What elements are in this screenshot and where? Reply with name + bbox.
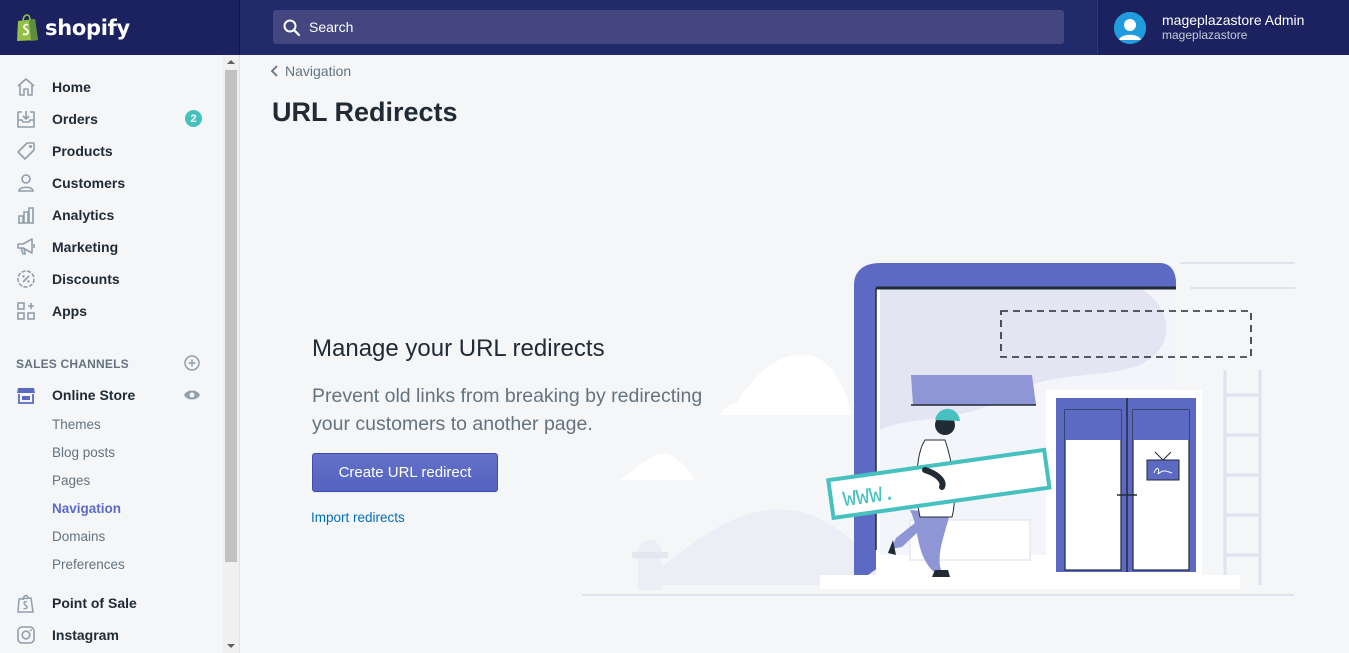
scroll-down-arrow[interactable] xyxy=(227,644,235,648)
sidebar-item-label: Analytics xyxy=(52,207,115,223)
top-bar: shopify Search mageplazastore Admin mage… xyxy=(0,0,1349,55)
shopify-bag-icon xyxy=(16,593,36,613)
sidebar-item-label: Apps xyxy=(52,303,87,319)
sidebar-subitem-themes[interactable]: Themes xyxy=(52,417,101,432)
chevron-left-icon xyxy=(270,65,278,77)
sidebar-item-apps[interactable]: Apps xyxy=(0,295,222,327)
sidebar-item-label: Point of Sale xyxy=(52,595,137,611)
sidebar-item-analytics[interactable]: Analytics xyxy=(0,199,222,231)
breadcrumb[interactable]: Navigation xyxy=(270,63,351,79)
sales-channels-heading: SALES CHANNELS xyxy=(16,357,129,371)
search-input[interactable]: Search xyxy=(273,10,1064,44)
tag-icon xyxy=(16,141,36,161)
add-channel-icon[interactable] xyxy=(184,355,200,371)
apps-icon xyxy=(16,301,36,321)
home-icon xyxy=(16,77,36,97)
sidebar: Home Orders 2 Products Customers Analyti… xyxy=(0,55,240,653)
sidebar-subitem-domains[interactable]: Domains xyxy=(52,529,105,544)
store-name: mageplazastore xyxy=(1162,28,1248,42)
sidebar-item-orders[interactable]: Orders 2 xyxy=(0,103,222,135)
shopify-logo[interactable]: shopify xyxy=(0,0,240,55)
scroll-thumb[interactable] xyxy=(225,70,237,562)
sidebar-scrollbar[interactable] xyxy=(223,55,239,653)
orders-icon xyxy=(16,109,36,129)
sidebar-item-customers[interactable]: Customers xyxy=(0,167,222,199)
instagram-icon xyxy=(16,625,36,645)
sidebar-item-label: Orders xyxy=(52,111,98,127)
user-name: mageplazastore Admin xyxy=(1162,12,1305,28)
sidebar-item-label: Instagram xyxy=(52,627,119,643)
redirect-illustration: WWW. xyxy=(582,262,1295,596)
sidebar-item-products[interactable]: Products xyxy=(0,135,222,167)
empty-state-heading: Manage your URL redirects xyxy=(312,335,605,362)
sidebar-item-label: Online Store xyxy=(52,387,136,403)
sidebar-item-discounts[interactable]: Discounts xyxy=(0,263,222,295)
scroll-up-arrow[interactable] xyxy=(227,60,235,64)
sidebar-item-marketing[interactable]: Marketing xyxy=(0,231,222,263)
orders-count-badge: 2 xyxy=(185,110,202,127)
sidebar-item-label: Marketing xyxy=(52,239,119,255)
sidebar-subitem-blog-posts[interactable]: Blog posts xyxy=(52,445,115,460)
sidebar-item-label: Customers xyxy=(52,175,126,191)
sidebar-subitem-preferences[interactable]: Preferences xyxy=(52,557,125,572)
sidebar-subitem-navigation[interactable]: Navigation xyxy=(52,501,121,516)
create-url-redirect-button[interactable]: Create URL redirect xyxy=(312,453,498,492)
user-avatar-icon xyxy=(1114,11,1146,44)
sidebar-item-point-of-sale[interactable]: Point of Sale xyxy=(0,587,222,619)
search-icon xyxy=(283,19,300,36)
avatar xyxy=(1114,11,1146,44)
shopify-bag-icon xyxy=(17,13,38,41)
sidebar-subitem-pages[interactable]: Pages xyxy=(52,473,90,488)
sidebar-item-label: Home xyxy=(52,79,91,95)
brand-wordmark: shopify xyxy=(45,15,130,40)
discount-icon xyxy=(16,269,36,289)
sidebar-item-instagram[interactable]: Instagram xyxy=(0,619,222,651)
megaphone-icon xyxy=(16,237,36,257)
page-title: URL Redirects xyxy=(272,97,458,127)
customer-icon xyxy=(16,173,36,193)
sidebar-item-label: Discounts xyxy=(52,271,120,287)
import-redirects-link[interactable]: Import redirects xyxy=(311,510,405,525)
sidebar-item-label: Products xyxy=(52,143,113,159)
bar-chart-icon xyxy=(16,205,36,225)
search-placeholder: Search xyxy=(309,19,354,35)
breadcrumb-label: Navigation xyxy=(285,63,352,79)
store-icon xyxy=(16,385,36,405)
user-menu[interactable]: mageplazastore Admin mageplazastore xyxy=(1097,0,1349,55)
view-store-eye-icon[interactable] xyxy=(183,389,201,401)
sidebar-item-home[interactable]: Home xyxy=(0,71,222,103)
